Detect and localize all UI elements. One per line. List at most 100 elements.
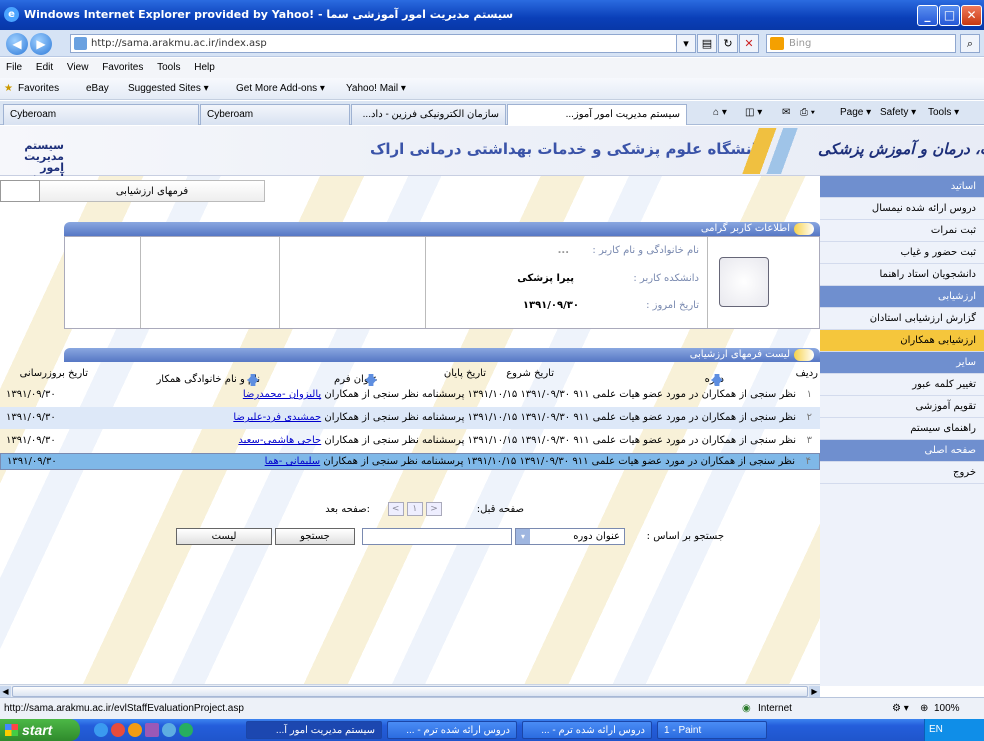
print-icon[interactable]: ⎙ ▾: [800, 107, 815, 118]
search-icon[interactable]: ⌕: [960, 34, 980, 53]
sidebar-item-11[interactable]: راهنمای سیستم: [820, 418, 984, 440]
star-icon: ★: [4, 83, 13, 94]
forms-tab-label[interactable]: فرمهای ارزشیابی: [40, 180, 265, 202]
scroll-left-icon[interactable]: ◀: [0, 686, 11, 697]
info-cell-divider: [707, 237, 708, 328]
start-button[interactable]: start: [0, 719, 80, 741]
menu-tools[interactable]: Tools: [151, 58, 185, 73]
tab-sama[interactable]: سیستم مدیریت امور آموز...: [507, 104, 687, 125]
sidebar-item-6[interactable]: گزارش ارزشیابی استادان: [820, 308, 984, 330]
minimize-button[interactable]: _: [917, 5, 938, 26]
page-content: سیستم مدیریت امور آموزشی سما دانشگاه علو…: [0, 126, 984, 697]
search-field-select[interactable]: عنوان دوره ▾: [515, 528, 625, 545]
task-sama[interactable]: سیستم مدیریت امور آ...: [246, 721, 382, 739]
close-button[interactable]: ✕: [961, 5, 982, 26]
tab-placeholder-box: [0, 180, 40, 202]
sidebar-item-7[interactable]: ارزشیابی همکاران: [820, 330, 984, 352]
sidebar-item-3[interactable]: ثبت حضور و غیاب: [820, 242, 984, 264]
page-select[interactable]: ۱: [406, 502, 423, 516]
row-updated-date: ۱۳۹۱/۰۹/۳۰: [6, 412, 56, 423]
feeds-icon[interactable]: ◫ ▾: [745, 107, 762, 118]
maximize-button[interactable]: □: [939, 5, 960, 26]
quicklaunch-icon[interactable]: [179, 723, 193, 737]
mail-icon[interactable]: ✉: [782, 107, 790, 118]
search-row: جستجو بر اساس : عنوان دوره ▾ جستجو لیست: [0, 526, 820, 550]
fav-ebay[interactable]: eBay: [86, 83, 109, 94]
status-bar: http://sama.arakmu.ac.ir/evlStaffEvaluat…: [0, 697, 984, 719]
row-updated-date: ۱۳۹۱/۰۹/۳۰: [6, 435, 56, 446]
page-menu[interactable]: Page ▾: [840, 107, 871, 118]
menu-favorites[interactable]: Favorites: [96, 58, 148, 73]
row-text: نظر سنجی از همکاران در مورد عضو هیات علم…: [324, 412, 796, 423]
search-button[interactable]: جستجو: [275, 528, 355, 545]
col-start: تاریخ شروع: [506, 368, 554, 379]
menu-file[interactable]: File: [0, 58, 27, 73]
sidebar-item-1[interactable]: دروس ارائه شده نیمسال: [820, 198, 984, 220]
next-page-icon[interactable]: >: [387, 502, 404, 516]
menu-help[interactable]: Help: [188, 58, 220, 73]
fav-suggested-sites[interactable]: Suggested Sites ▾: [128, 83, 209, 94]
table-row[interactable]: ۴ نظر سنجی از همکاران در مورد عضو هیات عل…: [0, 453, 820, 470]
back-icon[interactable]: ◀: [6, 33, 28, 55]
table-row[interactable]: ۳ نظر سنجی از همکاران در مورد عضو هیات عل…: [0, 430, 820, 452]
favorites-button[interactable]: Favorites: [18, 83, 59, 94]
sidebar-item-10[interactable]: تقویم آموزشی: [820, 396, 984, 418]
row-updated-date: ۱۳۹۱/۰۹/۳۰: [7, 456, 57, 467]
search-box[interactable]: Bing: [766, 34, 956, 53]
sidebar-item-2[interactable]: ثبت نمرات: [820, 220, 984, 242]
task-courses-1[interactable]: دروس ارائه شده ترم - ...: [387, 721, 517, 739]
list-button[interactable]: لیست: [176, 528, 272, 545]
quicklaunch-icon[interactable]: [94, 723, 108, 737]
settings-icon[interactable]: ⚙ ▾: [892, 703, 909, 714]
zoom-icon[interactable]: ⊕: [920, 703, 928, 714]
home-icon[interactable]: ⌂ ▾: [713, 107, 727, 118]
url-field[interactable]: http://sama.arakmu.ac.ir/index.asp: [70, 34, 690, 53]
quicklaunch-icon[interactable]: [162, 723, 176, 737]
fav-addons[interactable]: Get More Add-ons ▾: [236, 83, 325, 94]
compat-view-icon[interactable]: ▤: [697, 34, 717, 53]
colleague-link[interactable]: پالیزوان -محمدرضا: [243, 389, 321, 400]
col-row: ردیف: [795, 368, 818, 379]
zoom-level[interactable]: 100%: [934, 703, 960, 714]
fav-yahoo-mail[interactable]: Yahoo! Mail ▾: [346, 83, 406, 94]
scroll-thumb[interactable]: [12, 686, 808, 697]
quicklaunch-icon[interactable]: [145, 723, 159, 737]
page-icon: [74, 37, 87, 50]
horizontal-scrollbar[interactable]: ◀ ▶: [0, 684, 820, 697]
colleague-link[interactable]: سلیمانی -هما: [265, 456, 321, 467]
col-updated: تاریخ بروزرسانی: [19, 368, 88, 379]
search-input[interactable]: [362, 528, 512, 545]
prev-page-icon[interactable]: <: [426, 502, 442, 516]
task-paint[interactable]: 1 - Paint: [657, 721, 767, 739]
tab-cyberoam-1[interactable]: Cyberoam: [3, 104, 199, 125]
sidebar-item-8[interactable]: سایر: [820, 352, 984, 374]
quicklaunch-icon[interactable]: [111, 723, 125, 737]
row-description: نظر سنجی از همکاران در مورد عضو هیات علم…: [265, 454, 795, 469]
quicklaunch-icon[interactable]: [128, 723, 142, 737]
menu-edit[interactable]: Edit: [30, 58, 58, 73]
table-row[interactable]: ۱ نظر سنجی از همکاران در مورد عضو هیات عل…: [0, 384, 820, 406]
table-row[interactable]: ۲ نظر سنجی از همکاران در مورد عضو هیات عل…: [0, 407, 820, 429]
sidebar-item-12[interactable]: صفحه اصلی: [820, 440, 984, 462]
colleague-link[interactable]: جمشیدی فرد-علیرضا: [233, 412, 321, 423]
tab-farzin[interactable]: سازمان الکترونیکی فرزین - داد...: [351, 104, 506, 125]
task-courses-2[interactable]: دروس ارائه شده ترم - ...: [522, 721, 652, 739]
sidebar-item-0[interactable]: اساتید: [820, 176, 984, 198]
menu-view[interactable]: View: [61, 58, 94, 73]
dropdown-arrow-icon[interactable]: ▾: [676, 34, 696, 53]
forward-icon[interactable]: ▶: [30, 33, 52, 55]
panel-header-icon: [794, 349, 814, 361]
row-number: ۱: [806, 389, 812, 400]
tab-cyberoam-2[interactable]: Cyberoam: [200, 104, 350, 125]
sidebar-item-5[interactable]: ارزشیابی: [820, 286, 984, 308]
scroll-right-icon[interactable]: ▶: [809, 686, 820, 697]
language-indicator[interactable]: EN: [929, 724, 943, 735]
colleague-link[interactable]: حاجی هاشمی-سعید: [238, 435, 321, 446]
sidebar-item-9[interactable]: تغییر کلمه عبور: [820, 374, 984, 396]
refresh-icon[interactable]: ↻: [718, 34, 738, 53]
tools-menu[interactable]: Tools ▾: [928, 107, 959, 118]
sidebar-item-13[interactable]: خروج: [820, 462, 984, 484]
sidebar-item-4[interactable]: دانشجویان استاد راهنما: [820, 264, 984, 286]
stop-icon[interactable]: ✕: [739, 34, 759, 53]
safety-menu[interactable]: Safety ▾: [880, 107, 916, 118]
